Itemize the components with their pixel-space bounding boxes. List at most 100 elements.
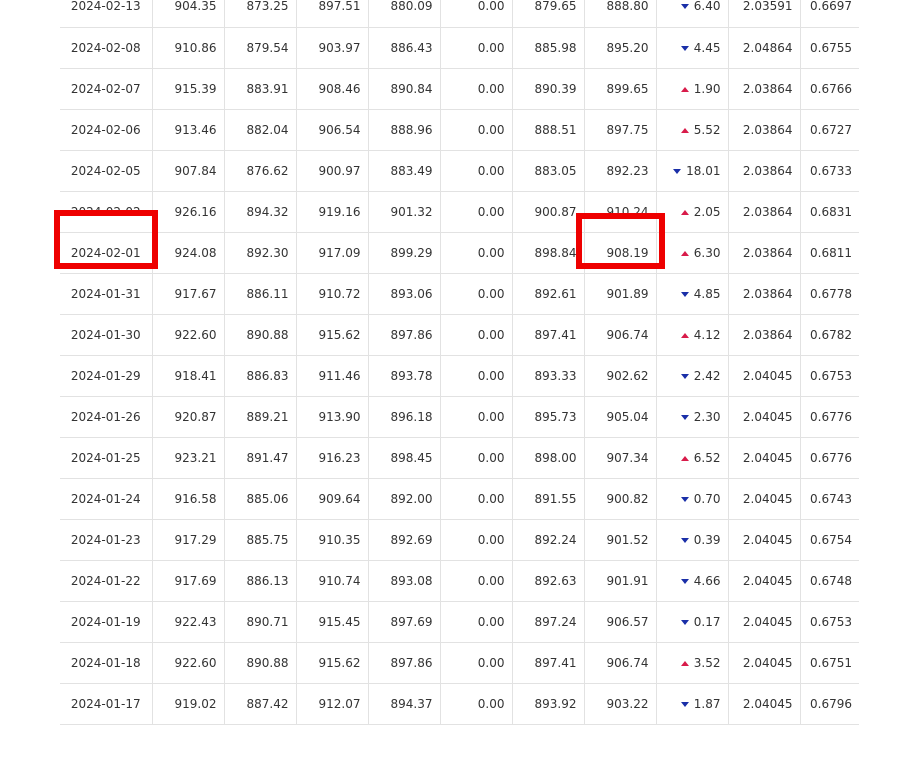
value-cell: 915.62 [296,642,369,684]
value-cell: 0.00 [440,68,513,110]
value-cell: 894.37 [368,683,441,725]
change-value: 3.52 [693,655,721,670]
value-cell: 908.19 [584,232,657,274]
value-cell: 885.06 [224,478,297,520]
table-row: 2024-02-06 913.46 882.04 906.54 888.96 0.00 88… [60,109,859,151]
value-cell: 890.88 [224,314,297,356]
triangle-down-icon [673,168,682,174]
value-cell: 2.03864 [728,232,801,274]
value-cell: 919.16 [296,191,369,233]
value-cell: 915.45 [296,601,369,643]
value-cell: 910.35 [296,519,369,561]
value-cell: 0.6782 [800,314,859,356]
value-cell: 904.35 [152,0,225,28]
value-cell: 0.00 [440,355,513,397]
value-cell: 2.03591 [728,0,801,28]
change-cell: 3.52 [656,642,729,684]
date-cell: 2024-01-18 [60,642,153,684]
value-cell: 916.23 [296,437,369,479]
value-cell: 897.86 [368,314,441,356]
value-cell: 898.45 [368,437,441,479]
change-cell: 4.12 [656,314,729,356]
value-cell: 900.82 [584,478,657,520]
value-cell: 907.34 [584,437,657,479]
value-cell: 891.55 [512,478,585,520]
value-cell: 892.23 [584,150,657,192]
date-cell: 2024-01-31 [60,273,153,315]
change-value: 4.66 [693,573,721,588]
price-history-table-wrapper: 2024-02-13 904.35 873.25 897.51 880.09 0.00 87… [60,0,859,725]
date-cell: 2024-01-26 [60,396,153,438]
value-cell: 901.91 [584,560,657,602]
value-cell: 0.00 [440,519,513,561]
value-cell: 919.02 [152,683,225,725]
triangle-down-icon [680,4,689,10]
triangle-down-icon [680,701,689,707]
value-cell: 0.6755 [800,27,859,69]
value-cell: 906.57 [584,601,657,643]
value-cell: 903.22 [584,683,657,725]
table-row: 2024-01-24 916.58 885.06 909.64 892.00 0.00 89… [60,478,859,520]
value-cell: 899.65 [584,68,657,110]
triangle-down-icon [680,496,689,502]
value-cell: 882.04 [224,109,297,151]
value-cell: 883.91 [224,68,297,110]
date-cell: 2024-01-19 [60,601,153,643]
value-cell: 873.25 [224,0,297,28]
value-cell: 897.69 [368,601,441,643]
value-cell: 2.04045 [728,642,801,684]
value-cell: 0.6697 [800,0,859,28]
change-value: 1.87 [693,696,721,711]
value-cell: 917.67 [152,273,225,315]
value-cell: 896.18 [368,396,441,438]
value-cell: 0.6753 [800,355,859,397]
value-cell: 2.04045 [728,396,801,438]
table-row: 2024-01-19 922.43 890.71 915.45 897.69 0.00 89… [60,601,859,643]
date-cell: 2024-01-30 [60,314,153,356]
value-cell: 922.60 [152,642,225,684]
value-cell: 0.00 [440,396,513,438]
change-cell: 4.85 [656,273,729,315]
value-cell: 892.30 [224,232,297,274]
value-cell: 0.6753 [800,601,859,643]
value-cell: 913.90 [296,396,369,438]
value-cell: 0.00 [440,109,513,151]
triangle-down-icon [680,537,689,543]
triangle-down-icon [680,373,689,379]
value-cell: 917.09 [296,232,369,274]
change-cell: 5.52 [656,109,729,151]
value-cell: 912.07 [296,683,369,725]
value-cell: 2.04045 [728,519,801,561]
triangle-down-icon [680,45,689,51]
date-cell: 2024-01-24 [60,478,153,520]
triangle-up-icon [680,209,689,215]
value-cell: 897.24 [512,601,585,643]
change-value: 2.42 [693,368,721,383]
value-cell: 0.00 [440,314,513,356]
value-cell: 898.00 [512,437,585,479]
value-cell: 2.04045 [728,601,801,643]
change-cell: 6.40 [656,0,729,28]
triangle-up-icon [680,250,689,256]
value-cell: 892.00 [368,478,441,520]
value-cell: 915.62 [296,314,369,356]
value-cell: 893.06 [368,273,441,315]
value-cell: 0.6778 [800,273,859,315]
value-cell: 915.39 [152,68,225,110]
change-cell: 4.66 [656,560,729,602]
value-cell: 879.54 [224,27,297,69]
triangle-down-icon [680,414,689,420]
value-cell: 922.60 [152,314,225,356]
value-cell: 910.72 [296,273,369,315]
value-cell: 890.84 [368,68,441,110]
value-cell: 926.16 [152,191,225,233]
value-cell: 897.75 [584,109,657,151]
change-cell: 2.05 [656,191,729,233]
date-cell: 2024-02-08 [60,27,153,69]
value-cell: 894.32 [224,191,297,233]
value-cell: 0.6754 [800,519,859,561]
date-cell: 2024-01-17 [60,683,153,725]
value-cell: 0.00 [440,601,513,643]
value-cell: 886.11 [224,273,297,315]
value-cell: 2.03864 [728,314,801,356]
